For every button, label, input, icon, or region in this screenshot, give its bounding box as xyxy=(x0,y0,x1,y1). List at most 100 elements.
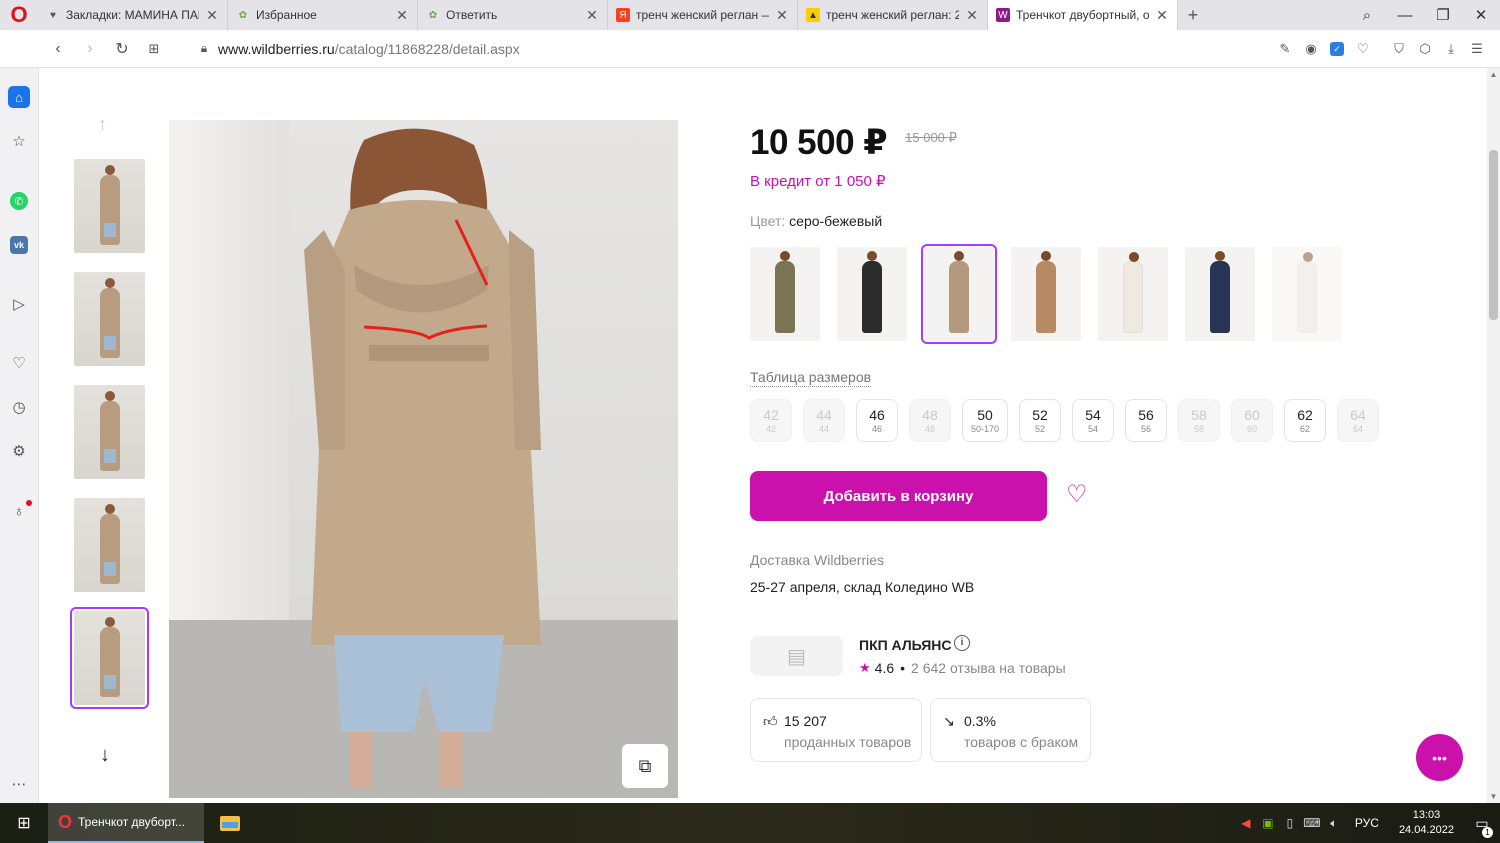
seller-rating: ★ 4.6 • 2 642 отзыва на товары xyxy=(859,660,1066,676)
size-option[interactable]: 64 64 xyxy=(1337,399,1380,442)
size-option[interactable]: 54 54 xyxy=(1072,399,1115,442)
history-icon[interactable]: ◷ xyxy=(8,396,30,418)
size-main: 50 xyxy=(977,406,993,423)
back-icon[interactable]: ‹ xyxy=(42,40,74,58)
main-product-photo[interactable]: ⧉ xyxy=(169,120,678,798)
size-option[interactable]: 60 60 xyxy=(1231,399,1274,442)
star-icon[interactable]: ☆ xyxy=(8,130,30,152)
snap-icon[interactable]: ✎ xyxy=(1272,41,1298,57)
browser-tab[interactable]: ✿ Ответить ✕ xyxy=(418,0,608,30)
close-window-icon[interactable]: ✕ xyxy=(1462,6,1500,24)
tab-close-icon[interactable]: ✕ xyxy=(205,7,219,24)
windows-start-icon[interactable]: ⊞ xyxy=(0,803,48,843)
more-dots-icon[interactable]: ⋯ xyxy=(8,773,30,795)
reload-icon[interactable]: ↻ xyxy=(106,39,138,59)
tab-search-icon[interactable]: ⌕ xyxy=(1348,7,1386,24)
lightbulb-icon[interactable]: ♁ xyxy=(8,500,32,522)
language-indicator[interactable]: РУС xyxy=(1355,816,1379,830)
network-icon[interactable]: ⌨ xyxy=(1301,816,1323,830)
vk-icon[interactable]: vk xyxy=(10,236,28,254)
cube-icon[interactable]: ⬡ xyxy=(1412,41,1438,57)
notifications-icon[interactable]: ▭ 1 xyxy=(1464,815,1500,838)
color-swatch[interactable] xyxy=(1011,247,1081,341)
price-block: 10 500 ₽ 15 000 ₽ xyxy=(750,123,957,163)
thumbs-down-arrow-icon[interactable]: ↓ xyxy=(100,744,110,767)
browser-tab[interactable]: Ятренч женский реглан — ✕ xyxy=(608,0,798,30)
url-field[interactable]: www.wildberries.ru/catalog/11868228/deta… xyxy=(218,41,520,57)
browser-tab[interactable]: ♥ Закладки: МАМИНА ПАП ✕ xyxy=(38,0,228,30)
seller-reviews: 2 642 отзыва на товары xyxy=(911,660,1066,676)
settings-gear-icon[interactable]: ⚙ xyxy=(8,440,30,462)
file-explorer-icon[interactable] xyxy=(206,803,254,843)
volume-icon[interactable]: 🔈︎ xyxy=(1323,816,1345,831)
color-swatch[interactable] xyxy=(837,247,907,341)
seller-logo[interactable]: ▤ xyxy=(750,636,843,676)
whatsapp-icon[interactable]: ✆ xyxy=(10,192,28,210)
heart-favicon-icon: ♥ xyxy=(50,9,56,21)
size-option[interactable]: 42 42 xyxy=(750,399,792,442)
color-swatch[interactable] xyxy=(1272,247,1342,341)
size-main: 42 xyxy=(763,406,779,423)
size-option[interactable]: 48 48 xyxy=(909,399,951,442)
usb-icon[interactable]: ▯ xyxy=(1279,816,1301,830)
nvidia-icon[interactable]: ▣ xyxy=(1257,816,1279,830)
size-option[interactable]: 50 50-170 xyxy=(962,399,1009,442)
leaf-favicon-icon: ✿ xyxy=(238,9,248,21)
home-icon[interactable]: ⌂ xyxy=(8,86,30,108)
size-option[interactable]: 56 56 xyxy=(1125,399,1168,442)
clock[interactable]: 13:03 24.04.2022 xyxy=(1399,808,1454,838)
color-swatch[interactable] xyxy=(750,247,820,341)
size-table-link[interactable]: Таблица размеров xyxy=(750,369,872,387)
player-icon[interactable]: ▷ xyxy=(8,293,30,315)
minimize-icon[interactable]: — xyxy=(1386,7,1424,24)
size-option[interactable]: 46 46 xyxy=(856,399,898,442)
browser-tab[interactable]: ✿ Избранное ✕ xyxy=(228,0,418,30)
chat-bubble-icon[interactable]: ••• xyxy=(1416,734,1463,781)
add-to-cart-button[interactable]: Добавить в корзину xyxy=(750,471,1047,521)
size-option[interactable]: 62 62 xyxy=(1284,399,1327,442)
new-tab-button[interactable]: + xyxy=(1178,5,1208,26)
easy-setup-icon[interactable]: ☰ xyxy=(1464,41,1490,57)
download-icon[interactable]: ⤓ xyxy=(1438,41,1464,57)
tab-close-icon[interactable]: ✕ xyxy=(775,7,789,24)
info-icon[interactable]: i xyxy=(954,635,970,651)
tab-close-icon[interactable]: ✕ xyxy=(1155,7,1169,24)
thumbs-up-arrow-icon[interactable]: ↑ xyxy=(98,114,107,135)
heart-icon[interactable]: ♡ xyxy=(8,352,30,374)
maximize-icon[interactable]: ❐ xyxy=(1424,6,1462,24)
tab-close-icon[interactable]: ✕ xyxy=(585,7,599,24)
page-scrollbar[interactable]: ▲ ▼ xyxy=(1487,68,1500,803)
browser-tab[interactable]: W Тренчкот двубортный, ов ✕ xyxy=(988,0,1178,30)
opera-menu-icon[interactable]: O xyxy=(0,0,38,30)
zoom-copy-button[interactable]: ⧉ xyxy=(622,744,668,788)
size-option[interactable]: 44 44 xyxy=(803,399,845,442)
speed-dial-icon[interactable]: ⊞ xyxy=(138,41,170,57)
thumbnail[interactable] xyxy=(74,159,145,253)
tab-title: Ответить xyxy=(446,8,498,22)
thumbnail[interactable] xyxy=(74,272,145,366)
size-option[interactable]: 52 52 xyxy=(1019,399,1062,442)
favorite-heart-icon[interactable]: ♡ xyxy=(1066,481,1088,509)
lock-icon[interactable]: 🔒︎ xyxy=(194,41,214,56)
thumbnail-selected[interactable] xyxy=(70,607,149,709)
taskbar-opera-app[interactable]: O Тренчкот двуборт... xyxy=(48,803,204,843)
tab-close-icon[interactable]: ✕ xyxy=(965,7,979,24)
bookmark-heart-icon[interactable]: ♡ xyxy=(1350,41,1376,57)
vpn-badge-icon[interactable]: ✓ xyxy=(1330,41,1344,56)
seller-name[interactable]: ПКП АЛЬЯНС xyxy=(859,637,951,653)
size-sub: 52 xyxy=(1035,423,1046,434)
color-swatch[interactable] xyxy=(921,244,997,344)
forward-icon[interactable]: › xyxy=(74,40,106,58)
tray-arrow-icon[interactable]: ◀ xyxy=(1235,816,1257,830)
tab-close-icon[interactable]: ✕ xyxy=(395,7,409,24)
color-swatch[interactable] xyxy=(1098,247,1168,341)
color-swatch[interactable] xyxy=(1185,247,1255,341)
browser-tab[interactable]: ▲ тренч женский реглан: 2 т ✕ xyxy=(798,0,988,30)
thumbnail[interactable] xyxy=(74,498,145,592)
adblock-shield-icon[interactable]: ⛉ xyxy=(1386,41,1412,57)
credit-link[interactable]: В кредит от 1 050 ₽ xyxy=(750,172,886,190)
thumbnail[interactable] xyxy=(74,385,145,479)
size-option[interactable]: 58 58 xyxy=(1178,399,1221,442)
defect-label: товаров с браком xyxy=(964,734,1079,750)
camera-icon[interactable]: ◉ xyxy=(1298,41,1324,57)
